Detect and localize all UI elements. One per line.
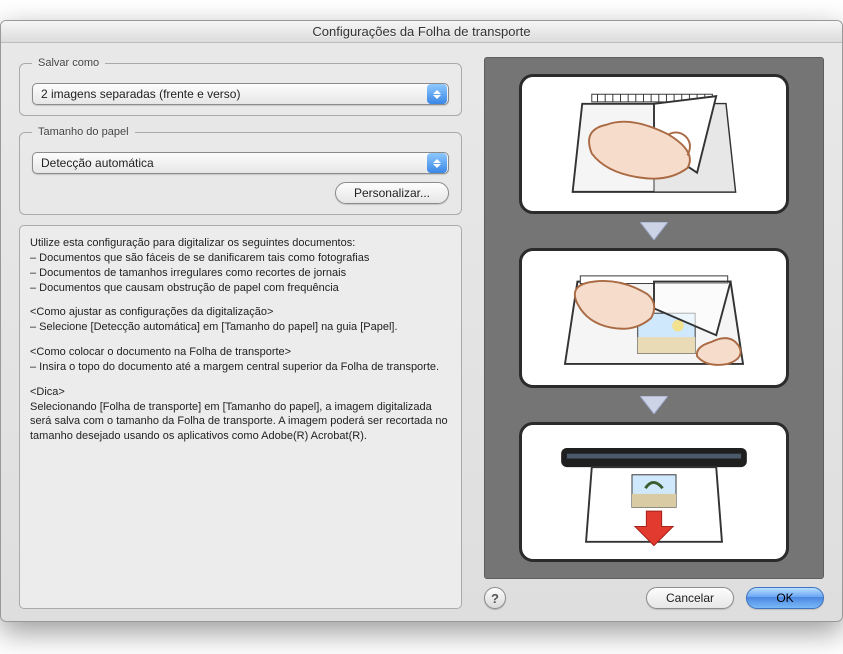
arrow-down-icon — [640, 222, 668, 240]
desc-bullet3: – Documentos que causam obstrução de pap… — [30, 282, 339, 294]
dialog-window: Configurações da Folha de transporte Sal… — [0, 20, 843, 622]
desc-text1: – Selecione [Detecção automática] em [Ta… — [30, 321, 398, 333]
desc-bullet1: – Documentos que são fáceis de se danifi… — [30, 252, 369, 264]
dropdown-arrows-icon — [427, 153, 447, 173]
cancel-button[interactable]: Cancelar — [646, 587, 734, 609]
titlebar: Configurações da Folha de transporte — [1, 21, 842, 43]
customize-button[interactable]: Personalizar... — [335, 182, 449, 204]
paper-size-select[interactable]: Detecção automática — [32, 152, 449, 174]
customize-button-label: Personalizar... — [354, 186, 430, 200]
desc-text2: – Insira o topo do documento até a marge… — [30, 361, 439, 373]
save-as-selected: 2 imagens separadas (frente e verso) — [33, 87, 426, 101]
desc-intro: Utilize esta configuração para digitaliz… — [30, 237, 355, 249]
desc-text3: Selecionando [Folha de transporte] em [T… — [30, 401, 448, 443]
desc-bullet2: – Documentos de tamanhos irregulares com… — [30, 267, 346, 279]
window-title: Configurações da Folha de transporte — [312, 24, 530, 39]
save-as-legend: Salvar como — [32, 57, 105, 69]
arrow-down-icon — [640, 396, 668, 414]
dropdown-arrows-icon — [427, 84, 447, 104]
desc-heading3: <Dica> — [30, 386, 65, 398]
save-as-fieldset: Salvar como 2 imagens separadas (frente … — [19, 57, 462, 116]
right-column: ? Cancelar OK — [484, 57, 824, 609]
illustration-panel — [484, 57, 824, 579]
content-area: Salvar como 2 imagens separadas (frente … — [1, 43, 842, 621]
paper-size-fieldset: Tamanho do papel Detecção automática Per… — [19, 126, 462, 215]
paper-size-selected: Detecção automática — [33, 156, 426, 170]
desc-heading1: <Como ajustar as configurações da digita… — [30, 306, 273, 318]
cancel-button-label: Cancelar — [666, 591, 714, 605]
description-panel: Utilize esta configuração para digitaliz… — [19, 225, 462, 609]
illustration-step-1 — [519, 74, 789, 214]
ok-button-label: OK — [776, 591, 793, 605]
illustration-step-3 — [519, 422, 789, 562]
help-icon: ? — [491, 591, 499, 606]
left-column: Salvar como 2 imagens separadas (frente … — [19, 57, 462, 609]
button-row: ? Cancelar OK — [484, 587, 824, 609]
desc-heading2: <Como colocar o documento na Folha de tr… — [30, 346, 291, 358]
ok-button[interactable]: OK — [746, 587, 824, 609]
paper-size-legend: Tamanho do papel — [32, 126, 135, 138]
illustration-step-2 — [519, 248, 789, 388]
help-button[interactable]: ? — [484, 587, 506, 609]
save-as-select[interactable]: 2 imagens separadas (frente e verso) — [32, 83, 449, 105]
